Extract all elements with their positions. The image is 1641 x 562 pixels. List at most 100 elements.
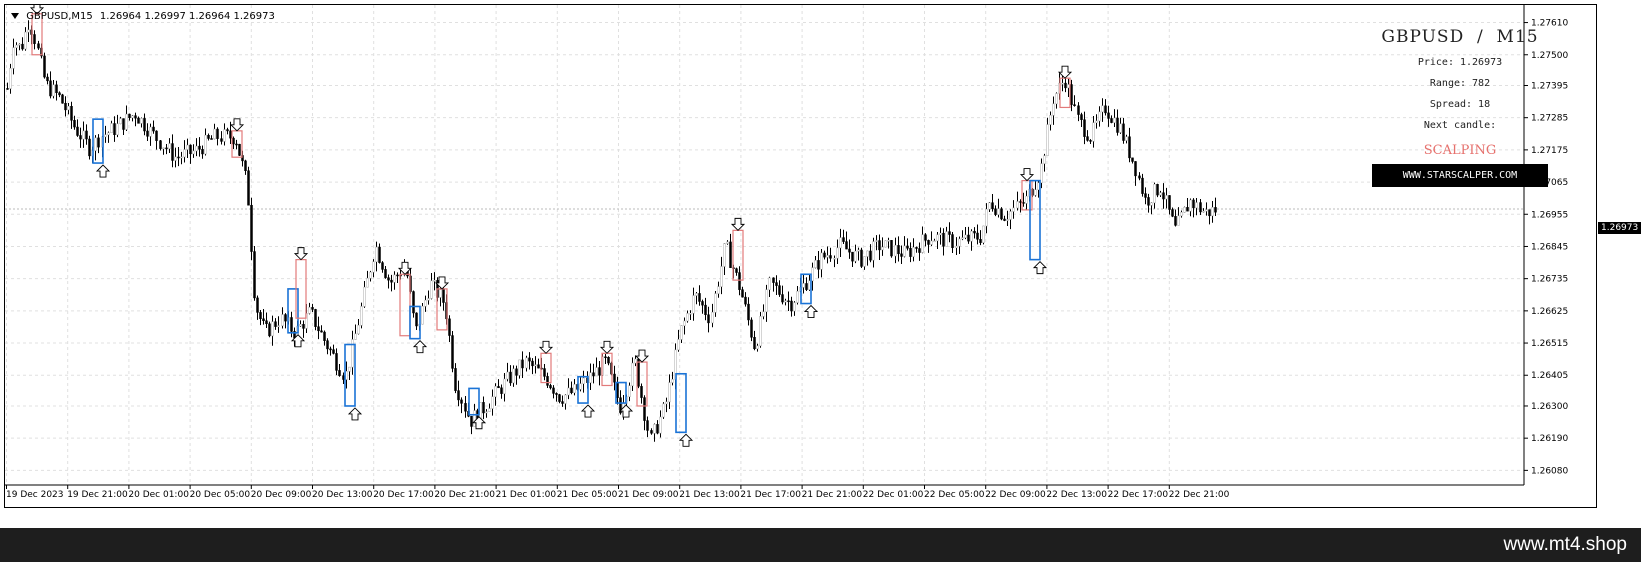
candle-bear (58, 92, 61, 96)
candle-bear (1000, 208, 1003, 220)
buy-arrow-icon (803, 304, 819, 318)
x-tick-label: 20 Dec 13:00 (312, 490, 373, 500)
candle-bull (485, 411, 488, 414)
candle-bear (1003, 218, 1006, 221)
candle-bear (1174, 216, 1177, 226)
candle-bear (265, 320, 268, 325)
x-tick-label: 21 Dec 05:00 (557, 490, 618, 500)
candle-bear (948, 231, 951, 235)
candle-bull (894, 245, 897, 257)
candle-bear (198, 145, 201, 150)
candle-bull (473, 410, 476, 427)
candle-bull (595, 367, 598, 377)
candle-bear (967, 234, 970, 242)
candle-bear (302, 324, 305, 329)
candle-bull (936, 234, 939, 242)
candle-bear (738, 272, 741, 290)
candle-bear (704, 304, 707, 315)
candle-bull (1098, 111, 1101, 122)
candle-bear (1171, 209, 1174, 217)
candle-bull (579, 383, 582, 390)
candle-bear (918, 248, 921, 253)
candle-bear (268, 323, 271, 337)
candle-bull (814, 260, 817, 268)
y-tick-label: 1.26625 (1531, 307, 1568, 317)
x-tick-label: 20 Dec 17:00 (373, 490, 434, 500)
candle-bull (354, 333, 357, 340)
candle-bull (582, 377, 585, 384)
candle-bull (131, 115, 134, 119)
candle-bear (320, 330, 323, 333)
candle-bull (375, 246, 378, 263)
candle-bull (689, 313, 692, 315)
candle-bear (805, 283, 808, 290)
candle-bear (384, 269, 387, 278)
x-tick-label: 22 Dec 05:00 (924, 490, 985, 500)
candle-bear (558, 394, 561, 402)
candle-bear (6, 88, 9, 90)
x-tick-label: 21 Dec 13:00 (679, 490, 740, 500)
candle-bear (613, 373, 616, 383)
candle-bear (845, 241, 848, 250)
chart-header: GBPUSD,M15 1.26964 1.26997 1.26964 1.269… (11, 11, 275, 22)
candle-bear (448, 318, 451, 336)
candle-bear (210, 138, 213, 140)
candle-bear (21, 43, 24, 50)
time-axis: 19 Dec 2023 19 Dec 21:00 20 Dec 01:00 20 De… (6, 485, 1230, 500)
buy-signal-box (675, 372, 687, 434)
candle-bear (973, 230, 976, 234)
candle-bull (711, 312, 714, 324)
candle-bull (149, 126, 152, 137)
candle-bear (88, 138, 91, 157)
chart-frame[interactable]: 1.27610 1.27500 1.27395 1.27285 1.27175 1.270… (4, 4, 1597, 508)
candle-bull (299, 324, 302, 327)
candle-bull (1101, 105, 1104, 113)
candle-bear (637, 358, 640, 387)
candle-bull (866, 250, 869, 257)
candle-bear (509, 371, 512, 384)
candle-bull (430, 280, 433, 299)
candle-bull (988, 202, 991, 210)
candle-bear (991, 202, 994, 210)
candle-bull (116, 123, 119, 135)
candle-bull (369, 271, 372, 279)
candle-bear (323, 331, 326, 341)
y-tick-label: 1.26955 (1531, 210, 1568, 220)
candle-bear (848, 248, 851, 253)
candle-bear (122, 118, 125, 130)
price-chart[interactable]: 1.276101.275001.273951.272851.271751.270… (5, 5, 1598, 509)
candle-bear (1077, 105, 1080, 115)
candle-bear (598, 367, 601, 376)
candle-bear (55, 84, 58, 94)
info-panel: GBPUSD / M15 Price: 1.26973 Range: 782 S… (1372, 27, 1548, 187)
candle-bull (768, 277, 771, 290)
info-range: Range: 782 (1429, 78, 1491, 89)
candle-bull (765, 289, 768, 313)
candle-bear (152, 126, 155, 132)
candle-bull (796, 291, 799, 303)
x-tick-label: 20 Dec 01:00 (128, 490, 189, 500)
candle-bull (366, 277, 369, 288)
candle-bear (146, 130, 149, 137)
candle-bear (1141, 177, 1144, 194)
sell-arrow-icon (730, 217, 746, 232)
candle-bull (1016, 201, 1019, 209)
candle-bear (253, 251, 256, 299)
candle-bull (839, 237, 842, 249)
candle-bull (1025, 195, 1028, 204)
symbol-timeframe: GBPUSD,M15 (26, 11, 93, 22)
sell-arrow-icon (1019, 168, 1035, 182)
website-link[interactable]: WWW.STARSCALPER.COM (1372, 164, 1548, 187)
candle-bear (909, 248, 912, 257)
candle-bear (329, 348, 332, 351)
candle-bull (140, 118, 143, 124)
candle-bull (714, 293, 717, 313)
candle-bull (186, 144, 189, 150)
candle-bear (543, 368, 546, 377)
candle-bull (27, 29, 30, 33)
candle-bear (897, 245, 900, 255)
candle-bull (857, 249, 860, 252)
brand-watermark: www.mt4.shop (1503, 534, 1627, 555)
dropdown-triangle-icon[interactable] (11, 13, 19, 19)
candle-bear (1073, 104, 1076, 107)
